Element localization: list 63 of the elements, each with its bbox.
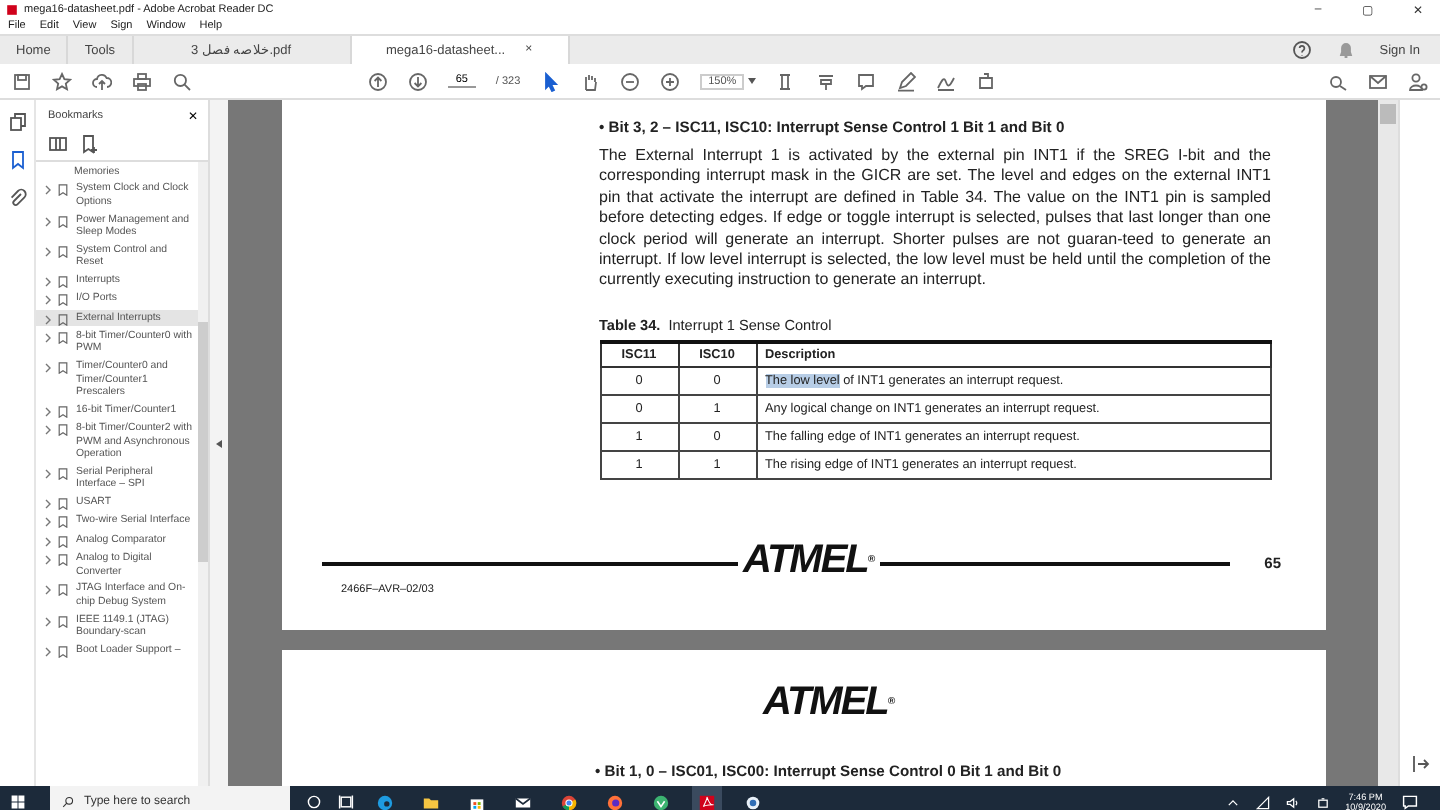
battery-icon[interactable] (1315, 795, 1330, 809)
comment-icon[interactable] (856, 71, 877, 91)
folder-icon[interactable] (422, 793, 440, 810)
bookmark-icon (58, 245, 68, 258)
search-icon (62, 796, 74, 808)
collapse-panel-icon[interactable] (216, 439, 222, 447)
paragraph: The External Interrupt 1 is activated by the external pin INT1 if the SREG I-bit and the corresponding interrupt mask in the GICR are set. The level and edges on the external INT1 pin that activate the interrupt are defined in Table 34. The value on the INT1 pin is sampled before detecting edges. If edge or toggle interrupt is selected, pulses that last longer than one clock period will generate an interrupt. Shorter pulses are not guaran-teed to generate an interrupt. If low level interrupt is selected, the low level must be held until the completion of the currently executing instruction to generate an interrupt. (599, 146, 1271, 292)
scrollbar-thumb[interactable] (1380, 104, 1396, 124)
help-icon[interactable] (1291, 40, 1312, 60)
caret-icon[interactable] (748, 78, 757, 84)
bookmark-icon (58, 362, 68, 375)
chevron-icon[interactable] (44, 467, 52, 480)
firefox-icon[interactable] (606, 793, 624, 810)
search-icon[interactable] (172, 71, 192, 91)
scroll-mode-icon[interactable] (816, 71, 837, 91)
scrollbar-thumb[interactable] (198, 322, 208, 562)
app-icon[interactable] (744, 793, 762, 810)
pen-icon[interactable] (896, 71, 917, 91)
volume-icon[interactable] (1285, 795, 1300, 809)
caret-icon[interactable] (1225, 795, 1240, 809)
mail-icon[interactable] (514, 793, 532, 810)
cursor-icon[interactable] (540, 71, 561, 91)
down-arrow-icon[interactable] (407, 71, 428, 91)
zoom-out-icon[interactable] (620, 71, 641, 91)
save-icon[interactable] (12, 71, 32, 91)
hand-icon[interactable] (580, 71, 601, 91)
cortana-icon[interactable] (306, 794, 322, 810)
zoom-in-icon[interactable] (660, 71, 681, 91)
upload-icon[interactable] (92, 71, 112, 91)
up-arrow-icon[interactable] (367, 71, 388, 91)
bookmark-icon (58, 184, 68, 197)
bookmark-icon (58, 215, 68, 227)
user-icon[interactable] (1407, 71, 1428, 91)
options-icon[interactable] (48, 134, 68, 154)
shield-icon[interactable] (652, 793, 670, 810)
windows-icon[interactable] (9, 794, 25, 810)
stamp-icon[interactable] (976, 71, 997, 91)
chevron-icon[interactable] (44, 645, 52, 658)
bookmark-icon (58, 615, 68, 628)
edge-icon[interactable] (376, 793, 394, 810)
star-icon[interactable] (52, 71, 72, 91)
chevron-icon[interactable] (44, 615, 52, 628)
store-icon[interactable] (468, 793, 486, 810)
bookmark-icon (58, 645, 68, 658)
task-view-icon[interactable] (338, 794, 354, 810)
pages-icon[interactable] (7, 112, 27, 132)
notification-icon[interactable] (1402, 794, 1418, 810)
chevron-icon[interactable] (44, 362, 52, 375)
bookmark-icon (58, 584, 68, 597)
paperclip-icon[interactable] (7, 188, 27, 208)
new-bookmark-icon[interactable] (80, 134, 100, 154)
expand-panel-icon[interactable] (1410, 754, 1430, 774)
chevron-icon[interactable] (44, 245, 52, 258)
chrome-icon[interactable] (560, 793, 578, 810)
bookmark-icon[interactable] (7, 150, 27, 170)
chevron-icon[interactable] (44, 584, 52, 597)
chevron-icon[interactable] (44, 215, 52, 227)
acrobat-icon (6, 3, 18, 15)
print-icon[interactable] (132, 71, 152, 91)
chevron-icon[interactable] (44, 184, 52, 197)
bookmark-icon (58, 467, 68, 480)
acrobat-icon[interactable] (698, 793, 716, 810)
network-icon[interactable] (1255, 795, 1270, 809)
